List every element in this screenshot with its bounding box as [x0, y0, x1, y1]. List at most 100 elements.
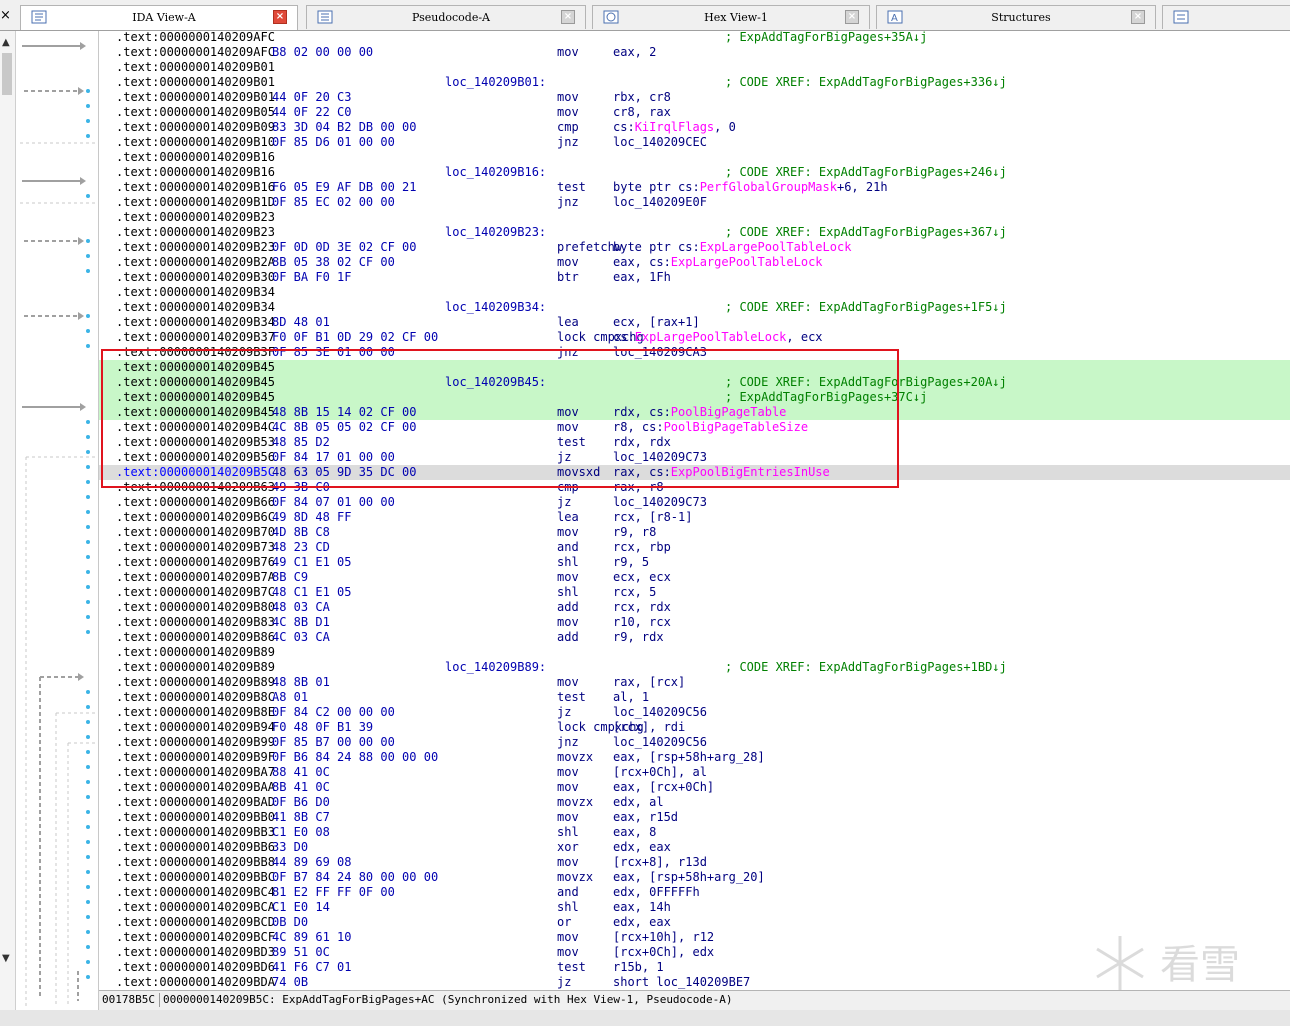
operands[interactable]: loc_140209C73 — [613, 495, 707, 510]
operands[interactable]: [rcx+8], r13d — [613, 855, 707, 870]
symbol-reference[interactable]: ExpLargePoolTableLock — [635, 330, 787, 344]
operands[interactable]: al, 1 — [613, 690, 649, 705]
disassembly-listing[interactable]: .text:0000000140209AFC ; ExpAddTagForBigP… — [99, 31, 1290, 990]
code-line[interactable]: .text:0000000140209B63 49 3B C0 cmp rax, r8 — [99, 480, 1290, 495]
tab-hex-view-1[interactable]: Hex View-1 × — [592, 5, 870, 29]
code-line[interactable]: .text:0000000140209B1D 0F 85 EC 02 00 00 j… — [99, 195, 1290, 210]
operands[interactable]: eax, r15d — [613, 810, 678, 825]
code-line[interactable]: .text:0000000140209BB6 33 D0 xor edx, eax — [99, 840, 1290, 855]
operands[interactable]: eax, 2 — [613, 45, 656, 60]
operands[interactable]: edx, al — [613, 795, 664, 810]
operands[interactable]: r15b, 1 — [613, 960, 664, 975]
symbol-reference[interactable]: ExpPoolBigEntriesInUse — [671, 465, 830, 479]
code-line[interactable]: .text:0000000140209B7C 48 C1 E1 05 shl rcx,… — [99, 585, 1290, 600]
code-line[interactable]: .text:0000000140209BAD 0F B6 D0 movzx edx, … — [99, 795, 1290, 810]
code-line[interactable]: .text:0000000140209B5C 48 63 05 9D 35 DC … — [99, 465, 1290, 480]
code-line[interactable]: .text:0000000140209B37 F0 0F B1 0D 29 02 … — [99, 330, 1290, 345]
operands[interactable]: [rcx+0Ch], edx — [613, 945, 714, 960]
code-line[interactable]: .text:0000000140209B01 44 0F 20 C3 mov rbx,… — [99, 90, 1290, 105]
code-line[interactable]: .text:0000000140209B80 48 03 CA add rcx, rd… — [99, 600, 1290, 615]
tab-ida-view-a[interactable]: IDA View-A × — [20, 5, 298, 30]
operands[interactable]: ecx, ecx — [613, 570, 671, 585]
code-line[interactable]: .text:0000000140209B01 — [99, 60, 1290, 75]
operands[interactable]: byte ptr cs:PerfGlobalGroupMask+6, 21h — [613, 180, 888, 195]
xref-comment[interactable]: ; CODE XREF: ExpAddTagForBigPages+367↓j — [725, 225, 1007, 240]
code-line[interactable]: .text:0000000140209B23 — [99, 210, 1290, 225]
code-line[interactable]: .text:0000000140209B4C 4C 8B 05 05 02 CF … — [99, 420, 1290, 435]
code-label[interactable]: loc_140209B34: — [445, 300, 546, 315]
operands[interactable]: r9, r8 — [613, 525, 656, 540]
code-line[interactable]: .text:0000000140209B8E 0F 84 C2 00 00 00 j… — [99, 705, 1290, 720]
code-line[interactable]: .text:0000000140209BBC 0F B7 84 24 80 00 … — [99, 870, 1290, 885]
code-line[interactable]: .text:0000000140209B7A 8B C9 mov ecx, ecx — [99, 570, 1290, 585]
code-line[interactable]: .text:0000000140209B45 48 8B 15 14 02 CF … — [99, 405, 1290, 420]
label-line[interactable]: .text:0000000140209B01 loc_140209B01: ; CO… — [99, 75, 1290, 90]
operands[interactable]: eax, [rsp+58h+arg_28] — [613, 750, 765, 765]
code-line[interactable]: .text:0000000140209B9F 0F B6 84 24 88 00 … — [99, 750, 1290, 765]
code-line[interactable]: .text:0000000140209B2A 8B 05 38 02 CF 00 m… — [99, 255, 1290, 270]
code-line[interactable]: .text:0000000140209B56 0F 84 17 01 00 00 j… — [99, 450, 1290, 465]
tab-pseudocode-a[interactable]: Pseudocode-A × — [306, 5, 586, 29]
code-line[interactable]: .text:0000000140209B66 0F 84 07 01 00 00 j… — [99, 495, 1290, 510]
tab-close-icon[interactable]: × — [273, 10, 287, 24]
code-line[interactable]: .text:0000000140209B30 0F BA F0 1F btr eax,… — [99, 270, 1290, 285]
operands[interactable]: [rcx+10h], r12 — [613, 930, 714, 945]
code-line[interactable]: .text:0000000140209B3F 0F 85 3E 01 00 00 j… — [99, 345, 1290, 360]
xref-comment[interactable]: ; ExpAddTagForBigPages+35A↓j — [725, 31, 927, 45]
code-line[interactable]: .text:0000000140209BCA C1 E0 14 shl eax, 14… — [99, 900, 1290, 915]
operands[interactable]: loc_140209C73 — [613, 450, 707, 465]
operands[interactable]: ecx, [rax+1] — [613, 315, 700, 330]
code-line[interactable]: .text:0000000140209B89 48 8B 01 mov rax, [r… — [99, 675, 1290, 690]
operands[interactable]: rcx, rbp — [613, 540, 671, 555]
tab-close-icon[interactable]: × — [561, 10, 575, 24]
code-line[interactable]: .text:0000000140209B05 44 0F 22 C0 mov cr8,… — [99, 105, 1290, 120]
close-icon[interactable]: × — [0, 8, 11, 23]
code-line[interactable]: .text:0000000140209B73 48 23 CD and rcx, rb… — [99, 540, 1290, 555]
operands[interactable]: r9, rdx — [613, 630, 664, 645]
label-line[interactable]: .text:0000000140209B23 loc_140209B23: ; CO… — [99, 225, 1290, 240]
tab-close-icon[interactable]: × — [1131, 10, 1145, 24]
code-line[interactable]: .text:0000000140209B94 F0 48 0F B1 39 lock… — [99, 720, 1290, 735]
code-line[interactable]: .text:0000000140209B70 4D 8B C8 mov r9, r8 — [99, 525, 1290, 540]
tab-enums[interactable] — [1162, 5, 1290, 29]
code-line[interactable]: .text:0000000140209AFC B8 02 00 00 00 mov e… — [99, 45, 1290, 60]
operands[interactable]: rax, r8 — [613, 480, 664, 495]
operands[interactable]: byte ptr cs:ExpLargePoolTableLock — [613, 240, 851, 255]
code-label[interactable]: loc_140209B01: — [445, 75, 546, 90]
code-line[interactable]: .text:0000000140209B8C A8 01 test al, 1 — [99, 690, 1290, 705]
symbol-reference[interactable]: PoolBigPageTableSize — [664, 420, 809, 434]
code-label[interactable]: loc_140209B89: — [445, 660, 546, 675]
code-line[interactable]: .text:0000000140209BA7 88 41 0C mov [rcx+0C… — [99, 765, 1290, 780]
code-line[interactable]: .text:0000000140209B45 ; ExpAddTagForBigP… — [99, 390, 1290, 405]
operands[interactable]: loc_140209CEC — [613, 135, 707, 150]
code-line[interactable]: .text:0000000140209B10 0F 85 D6 01 00 00 j… — [99, 135, 1290, 150]
operands[interactable]: rcx, rdx — [613, 600, 671, 615]
code-line[interactable]: .text:0000000140209AFC ; ExpAddTagForBigP… — [99, 31, 1290, 45]
xref-comment[interactable]: ; ExpAddTagForBigPages+37C↓j — [725, 390, 927, 405]
operands[interactable]: loc_140209C56 — [613, 735, 707, 750]
code-line[interactable]: .text:0000000140209B23 0F 0D 0D 3E 02 CF … — [99, 240, 1290, 255]
code-line[interactable]: .text:0000000140209B45 — [99, 360, 1290, 375]
code-line[interactable]: .text:0000000140209B89 — [99, 645, 1290, 660]
operands[interactable]: rdx, cs:PoolBigPageTable — [613, 405, 786, 420]
scroll-down-icon[interactable]: ▼ — [2, 953, 10, 964]
operands[interactable]: [rcx], rdi — [613, 720, 685, 735]
scroll-up-icon[interactable]: ▲ — [2, 37, 10, 48]
operands[interactable]: eax, 14h — [613, 900, 671, 915]
code-label[interactable]: loc_140209B45: — [445, 375, 546, 390]
operands[interactable]: loc_140209CA3 — [613, 345, 707, 360]
code-label[interactable]: loc_140209B16: — [445, 165, 546, 180]
symbol-reference[interactable]: KiIrqlFlags — [635, 120, 714, 134]
operands[interactable]: rcx, 5 — [613, 585, 656, 600]
operands[interactable]: rbx, cr8 — [613, 90, 671, 105]
operands[interactable]: eax, cs:ExpLargePoolTableLock — [613, 255, 823, 270]
code-line[interactable]: .text:0000000140209B16 — [99, 150, 1290, 165]
code-line[interactable]: .text:0000000140209BB8 44 89 69 08 mov [rcx… — [99, 855, 1290, 870]
operands[interactable]: rax, [rcx] — [613, 675, 685, 690]
operands[interactable]: eax, 8 — [613, 825, 656, 840]
operands[interactable]: cs:KiIrqlFlags, 0 — [613, 120, 736, 135]
code-line[interactable]: .text:0000000140209B16 F6 05 E9 AF DB 00 … — [99, 180, 1290, 195]
code-line[interactable]: .text:0000000140209BAA 8B 41 0C mov eax, [r… — [99, 780, 1290, 795]
operands[interactable]: rdx, rdx — [613, 435, 671, 450]
operands[interactable]: loc_140209C56 — [613, 705, 707, 720]
